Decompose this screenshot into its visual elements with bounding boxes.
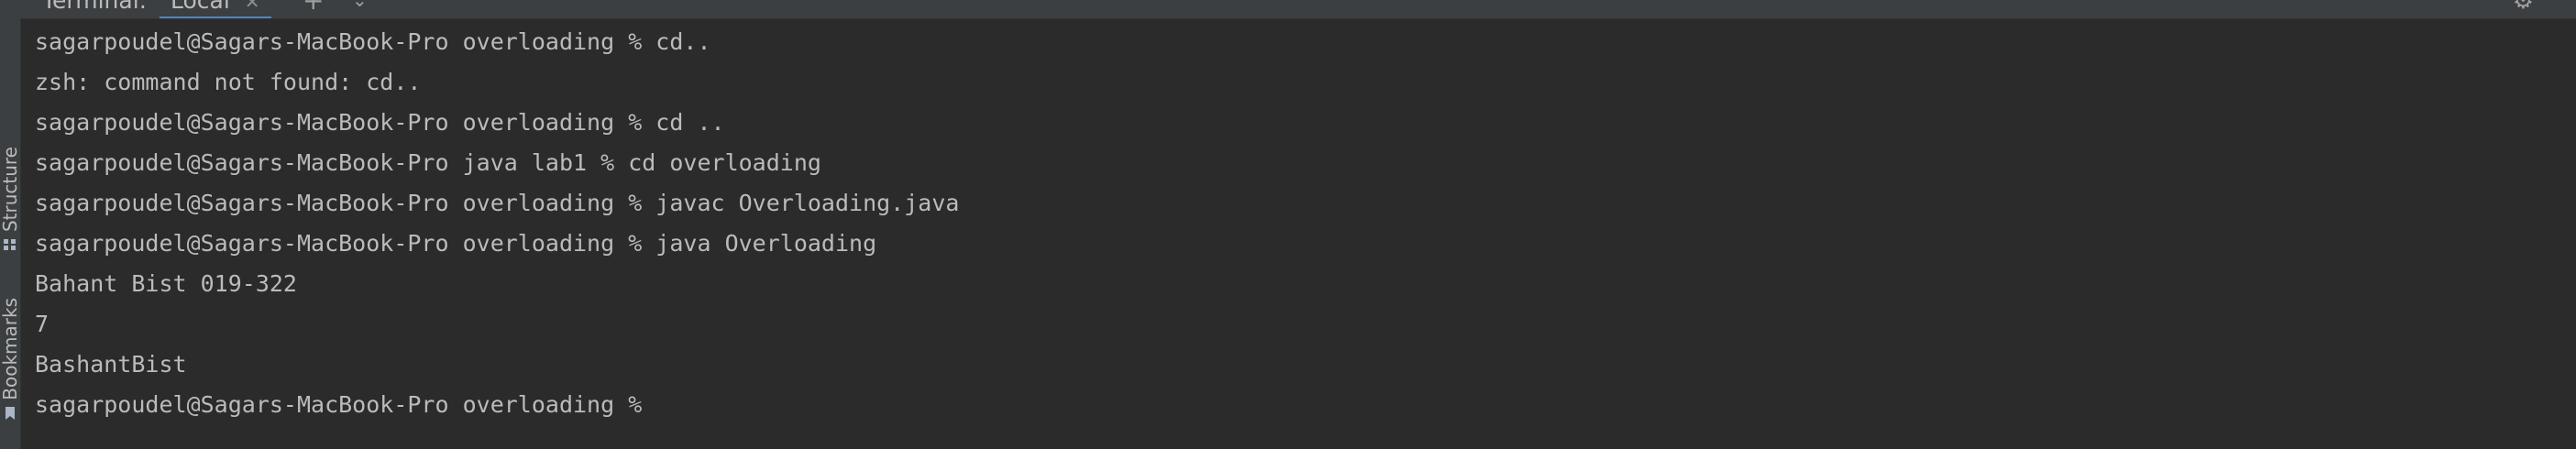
bookmarks-label: Bookmarks xyxy=(0,298,21,400)
terminal-line: sagarpoudel@Sagars-MacBook-Pro java lab1… xyxy=(35,149,821,176)
terminal-line: zsh: command not found: cd.. xyxy=(35,69,422,95)
chevron-down-icon[interactable]: ⌄ xyxy=(352,0,368,11)
tool-window-title: Terminal: xyxy=(42,0,148,14)
bookmarks-tool-button[interactable]: Bookmarks xyxy=(0,298,21,421)
structure-icon xyxy=(4,239,16,251)
terminal-line: BashantBist xyxy=(35,351,187,378)
terminal-output[interactable]: sagarpoudel@Sagars-MacBook-Pro overloadi… xyxy=(35,22,2565,444)
tab-label: Local xyxy=(171,0,230,14)
gear-icon[interactable]: ⚙ xyxy=(2513,0,2534,15)
terminal-line: sagarpoudel@Sagars-MacBook-Pro overloadi… xyxy=(35,28,711,55)
terminal-tool-window: Terminal: Local ✕ + ⌄ ⚙ Structure Bookma… xyxy=(0,0,2576,449)
structure-label: Structure xyxy=(0,147,21,233)
terminal-prompt-line[interactable]: sagarpoudel@Sagars-MacBook-Pro overloadi… xyxy=(35,385,2565,425)
tab-local[interactable]: Local ✕ xyxy=(160,0,271,18)
close-icon[interactable]: ✕ xyxy=(245,0,260,13)
bookmark-icon xyxy=(6,406,15,420)
terminal-line: sagarpoudel@Sagars-MacBook-Pro overloadi… xyxy=(35,109,725,136)
structure-tool-button[interactable]: Structure xyxy=(0,147,21,252)
terminal-line: sagarpoudel@Sagars-MacBook-Pro overloadi… xyxy=(35,190,960,216)
terminal-line: 7 xyxy=(35,311,50,337)
tool-window-header: Terminal: Local ✕ + ⌄ ⚙ xyxy=(0,0,2576,19)
terminal-line: sagarpoudel@Sagars-MacBook-Pro overloadi… xyxy=(35,230,877,257)
left-tool-stripe: Structure Bookmarks xyxy=(0,18,21,449)
terminal-line: Bahant Bist 019-322 xyxy=(35,270,297,297)
plus-icon[interactable]: + xyxy=(303,0,324,16)
